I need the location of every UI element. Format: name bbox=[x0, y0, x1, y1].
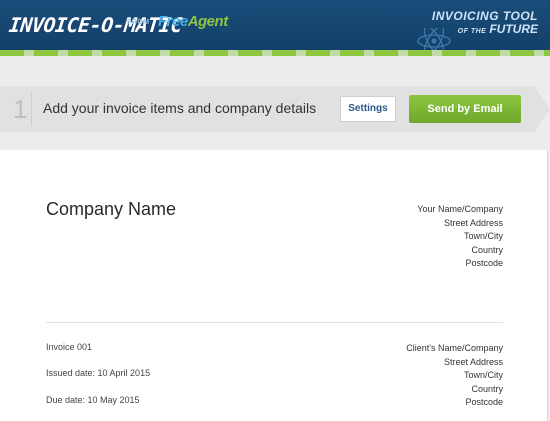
client-street[interactable]: Street Address bbox=[406, 356, 503, 370]
step-divider bbox=[31, 92, 32, 126]
due-date-field[interactable]: Due date: 10 May 2015 bbox=[46, 395, 140, 405]
brand-part-2: Agent bbox=[187, 13, 229, 30]
client-country[interactable]: Country bbox=[406, 383, 503, 397]
invoice-number-field[interactable]: Invoice 001 bbox=[46, 342, 92, 352]
divider bbox=[46, 322, 503, 323]
sender-name[interactable]: Your Name/Company bbox=[417, 203, 503, 217]
sender-town[interactable]: Town/City bbox=[417, 230, 503, 244]
freeagent-logo[interactable]: FreeAgent bbox=[158, 13, 228, 30]
app-header: INVOICE-O-MATIC FROM FreeAgent INVOICING… bbox=[0, 0, 550, 50]
client-postcode[interactable]: Postcode bbox=[406, 396, 503, 410]
sender-street[interactable]: Street Address bbox=[417, 217, 503, 231]
tagline: INVOICING TOOL OF THE FUTURE bbox=[432, 10, 538, 38]
step-title: Add your invoice items and company detai… bbox=[43, 100, 317, 116]
client-name[interactable]: Client's Name/Company bbox=[406, 342, 503, 356]
settings-button[interactable]: Settings bbox=[340, 96, 396, 122]
sender-country[interactable]: Country bbox=[417, 244, 503, 258]
sender-postcode[interactable]: Postcode bbox=[417, 257, 503, 271]
sender-address[interactable]: Your Name/Company Street Address Town/Ci… bbox=[417, 203, 503, 271]
send-by-email-button[interactable]: Send by Email bbox=[409, 95, 521, 123]
brand-part-1: Free bbox=[158, 13, 188, 30]
step-bar-arrow bbox=[534, 86, 550, 132]
tagline-small: OF THE bbox=[457, 28, 487, 35]
issued-date-field[interactable]: Issued date: 10 April 2015 bbox=[46, 368, 150, 378]
from-label: FROM bbox=[127, 19, 150, 26]
client-town[interactable]: Town/City bbox=[406, 369, 503, 383]
company-name-field[interactable]: Company Name bbox=[46, 199, 176, 220]
client-address[interactable]: Client's Name/Company Street Address Tow… bbox=[406, 342, 503, 410]
step-number: 1 bbox=[13, 94, 28, 124]
tagline-line-2-wrap: OF THE FUTURE bbox=[432, 23, 538, 38]
tagline-line-2: FUTURE bbox=[489, 22, 538, 36]
header-stripe bbox=[0, 50, 550, 56]
